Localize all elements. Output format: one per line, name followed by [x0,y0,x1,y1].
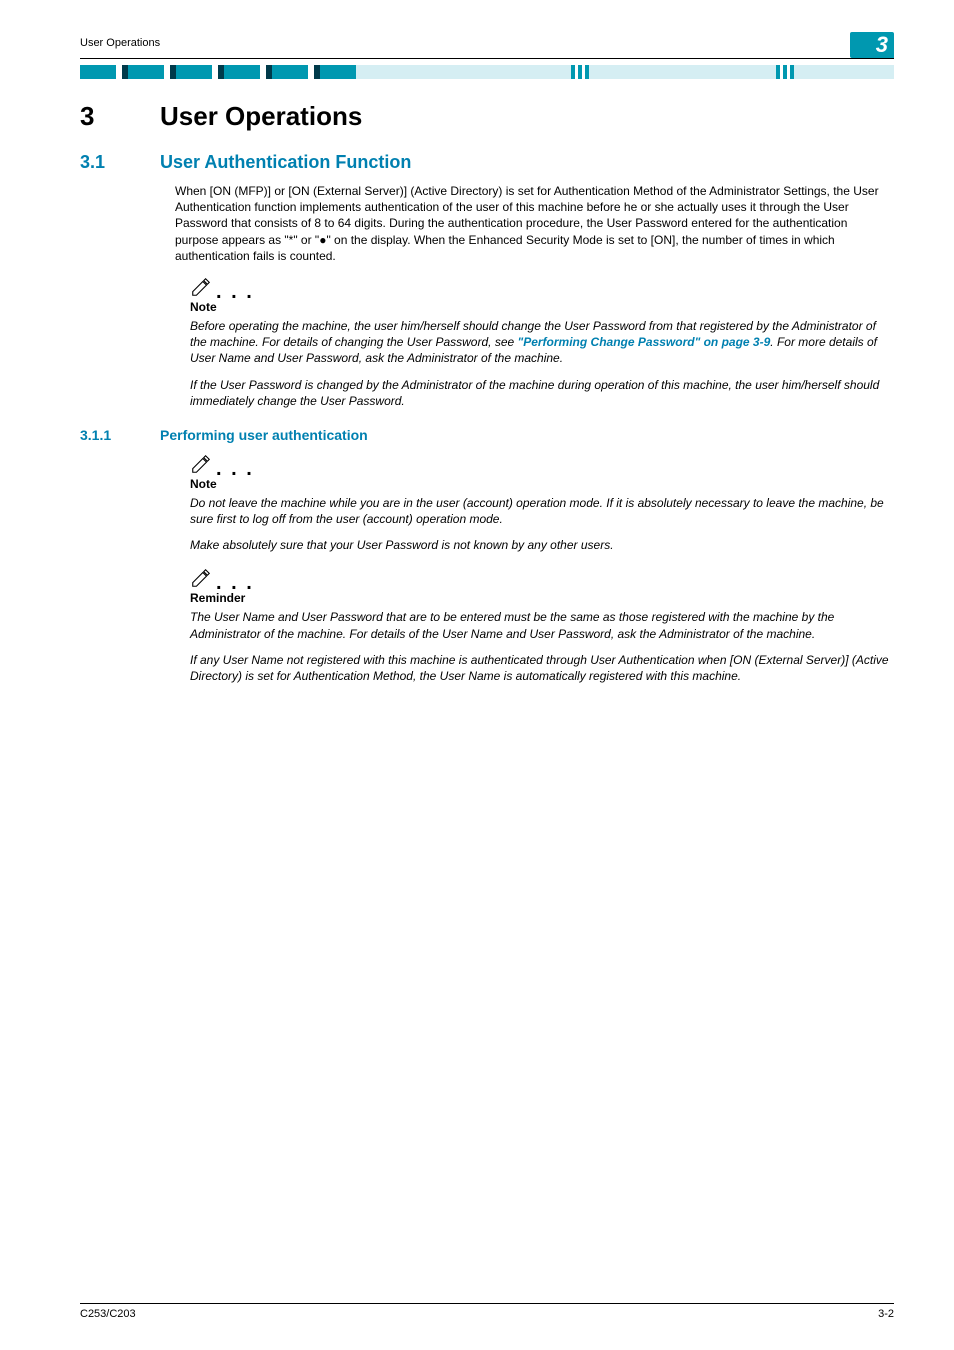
note-body: Do not leave the machine while you are i… [190,495,894,527]
page-footer: C253/C203 3-2 [80,1303,894,1320]
subsection-title: Performing user authentication [160,427,368,443]
note-body: Before operating the machine, the user h… [190,318,894,367]
running-head-text: User Operations [80,37,160,49]
reminder-title: Reminder [190,591,894,605]
section-heading: 3.1User Authentication Function [80,152,894,173]
note-icon: . . . [190,276,894,298]
reminder-block: . . . Reminder The User Name and User Pa… [190,567,894,684]
running-header: User Operations 3 [80,30,894,59]
note-body: Make absolutely sure that your User Pass… [190,537,894,553]
section-title: User Authentication Function [160,152,411,172]
subsection-heading: 3.1.1Performing user authentication [80,427,894,443]
note-block-2: . . . Note Do not leave the machine whil… [190,453,894,554]
reminder-body: If any User Name not registered with thi… [190,652,894,684]
footer-left: C253/C203 [80,1308,136,1320]
note-icon: . . . [190,567,894,589]
note-block-1: . . . Note Before operating the machine,… [190,276,894,409]
note-icon: . . . [190,453,894,475]
link-performing-change-password[interactable]: "Performing Change Password" on page 3-9 [518,335,771,349]
note-body: If the User Password is changed by the A… [190,377,894,409]
chapter-number: 3 [80,101,160,132]
note-title: Note [190,300,894,314]
section-number: 3.1 [80,152,160,173]
note-title: Note [190,477,894,491]
footer-right: 3-2 [878,1308,894,1320]
reminder-body: The User Name and User Password that are… [190,609,894,641]
chapter-badge: 3 [850,32,894,58]
subsection-number: 3.1.1 [80,427,160,443]
header-divider [80,65,894,79]
section-intro: When [ON (MFP)] or [ON (External Server)… [175,183,894,264]
chapter-heading: 3User Operations [80,101,894,132]
chapter-title: User Operations [160,101,362,131]
